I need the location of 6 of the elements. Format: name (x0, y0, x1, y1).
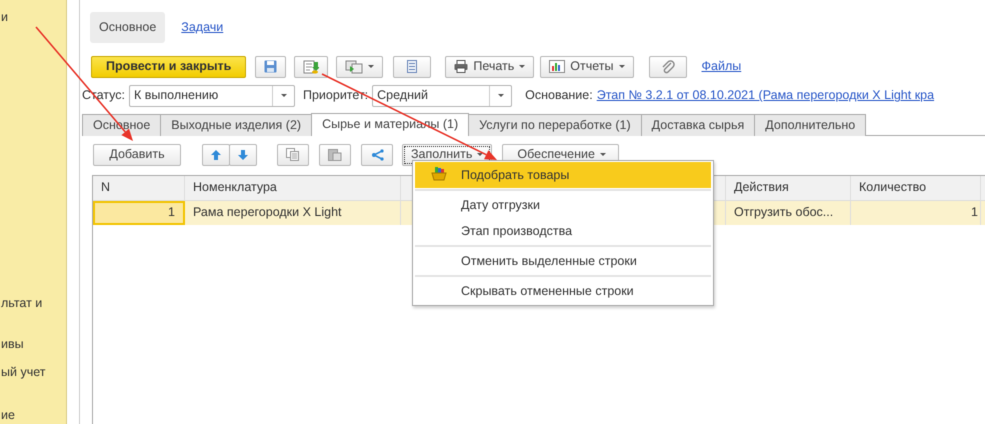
priority-label: Приоритет: (303, 87, 368, 104)
table-cell: Рама перегородки X Light (185, 200, 401, 225)
basis-label: Основание: (525, 87, 593, 104)
table-cell: 1 (93, 200, 185, 225)
table-cell: 1 (851, 200, 981, 225)
table-cell: Отгрузить обос... (726, 200, 851, 225)
